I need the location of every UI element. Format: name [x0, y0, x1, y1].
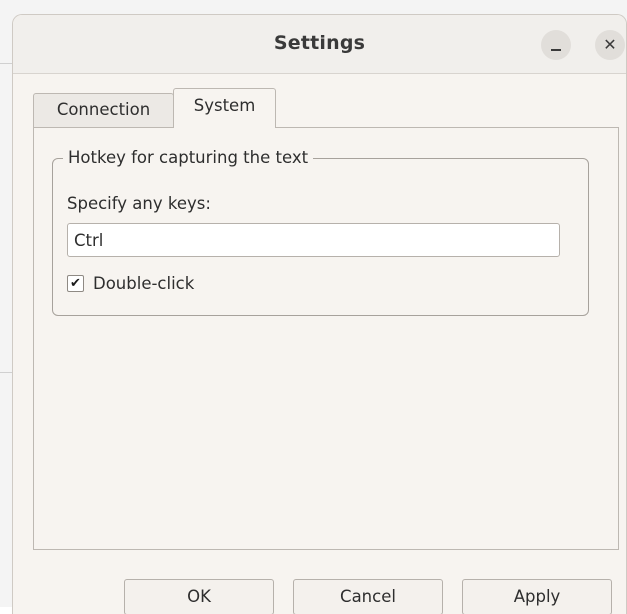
hotkey-keys-input[interactable] — [67, 223, 560, 257]
double-click-label: Double-click — [93, 274, 195, 293]
cancel-button[interactable]: Cancel — [293, 579, 443, 614]
close-icon: ✕ — [603, 35, 617, 54]
tab-connection[interactable]: Connection — [33, 93, 174, 127]
tab-system[interactable]: System — [173, 88, 276, 128]
ok-button[interactable]: OK — [124, 579, 274, 614]
apply-button[interactable]: Apply — [462, 579, 612, 614]
background-line — [0, 372, 12, 373]
hotkey-groupbox: Hotkey for capturing the text Specify an… — [52, 147, 589, 316]
background-line — [0, 63, 12, 64]
double-click-checkbox[interactable]: ✔ — [67, 275, 84, 292]
settings-dialog: Settings ✕ Connection System Hotkey for … — [12, 14, 627, 614]
title-bar[interactable]: Settings ✕ — [13, 15, 626, 74]
window-title: Settings — [273, 32, 366, 54]
hotkey-group-title: Hotkey for capturing the text — [63, 147, 314, 169]
system-tab-panel: Hotkey for capturing the text Specify an… — [33, 127, 619, 550]
minimize-icon — [551, 48, 561, 51]
checkmark-icon: ✔ — [70, 276, 81, 291]
keys-label: Specify any keys: — [67, 194, 211, 213]
minimize-button[interactable] — [541, 30, 571, 60]
close-button[interactable]: ✕ — [595, 30, 625, 60]
